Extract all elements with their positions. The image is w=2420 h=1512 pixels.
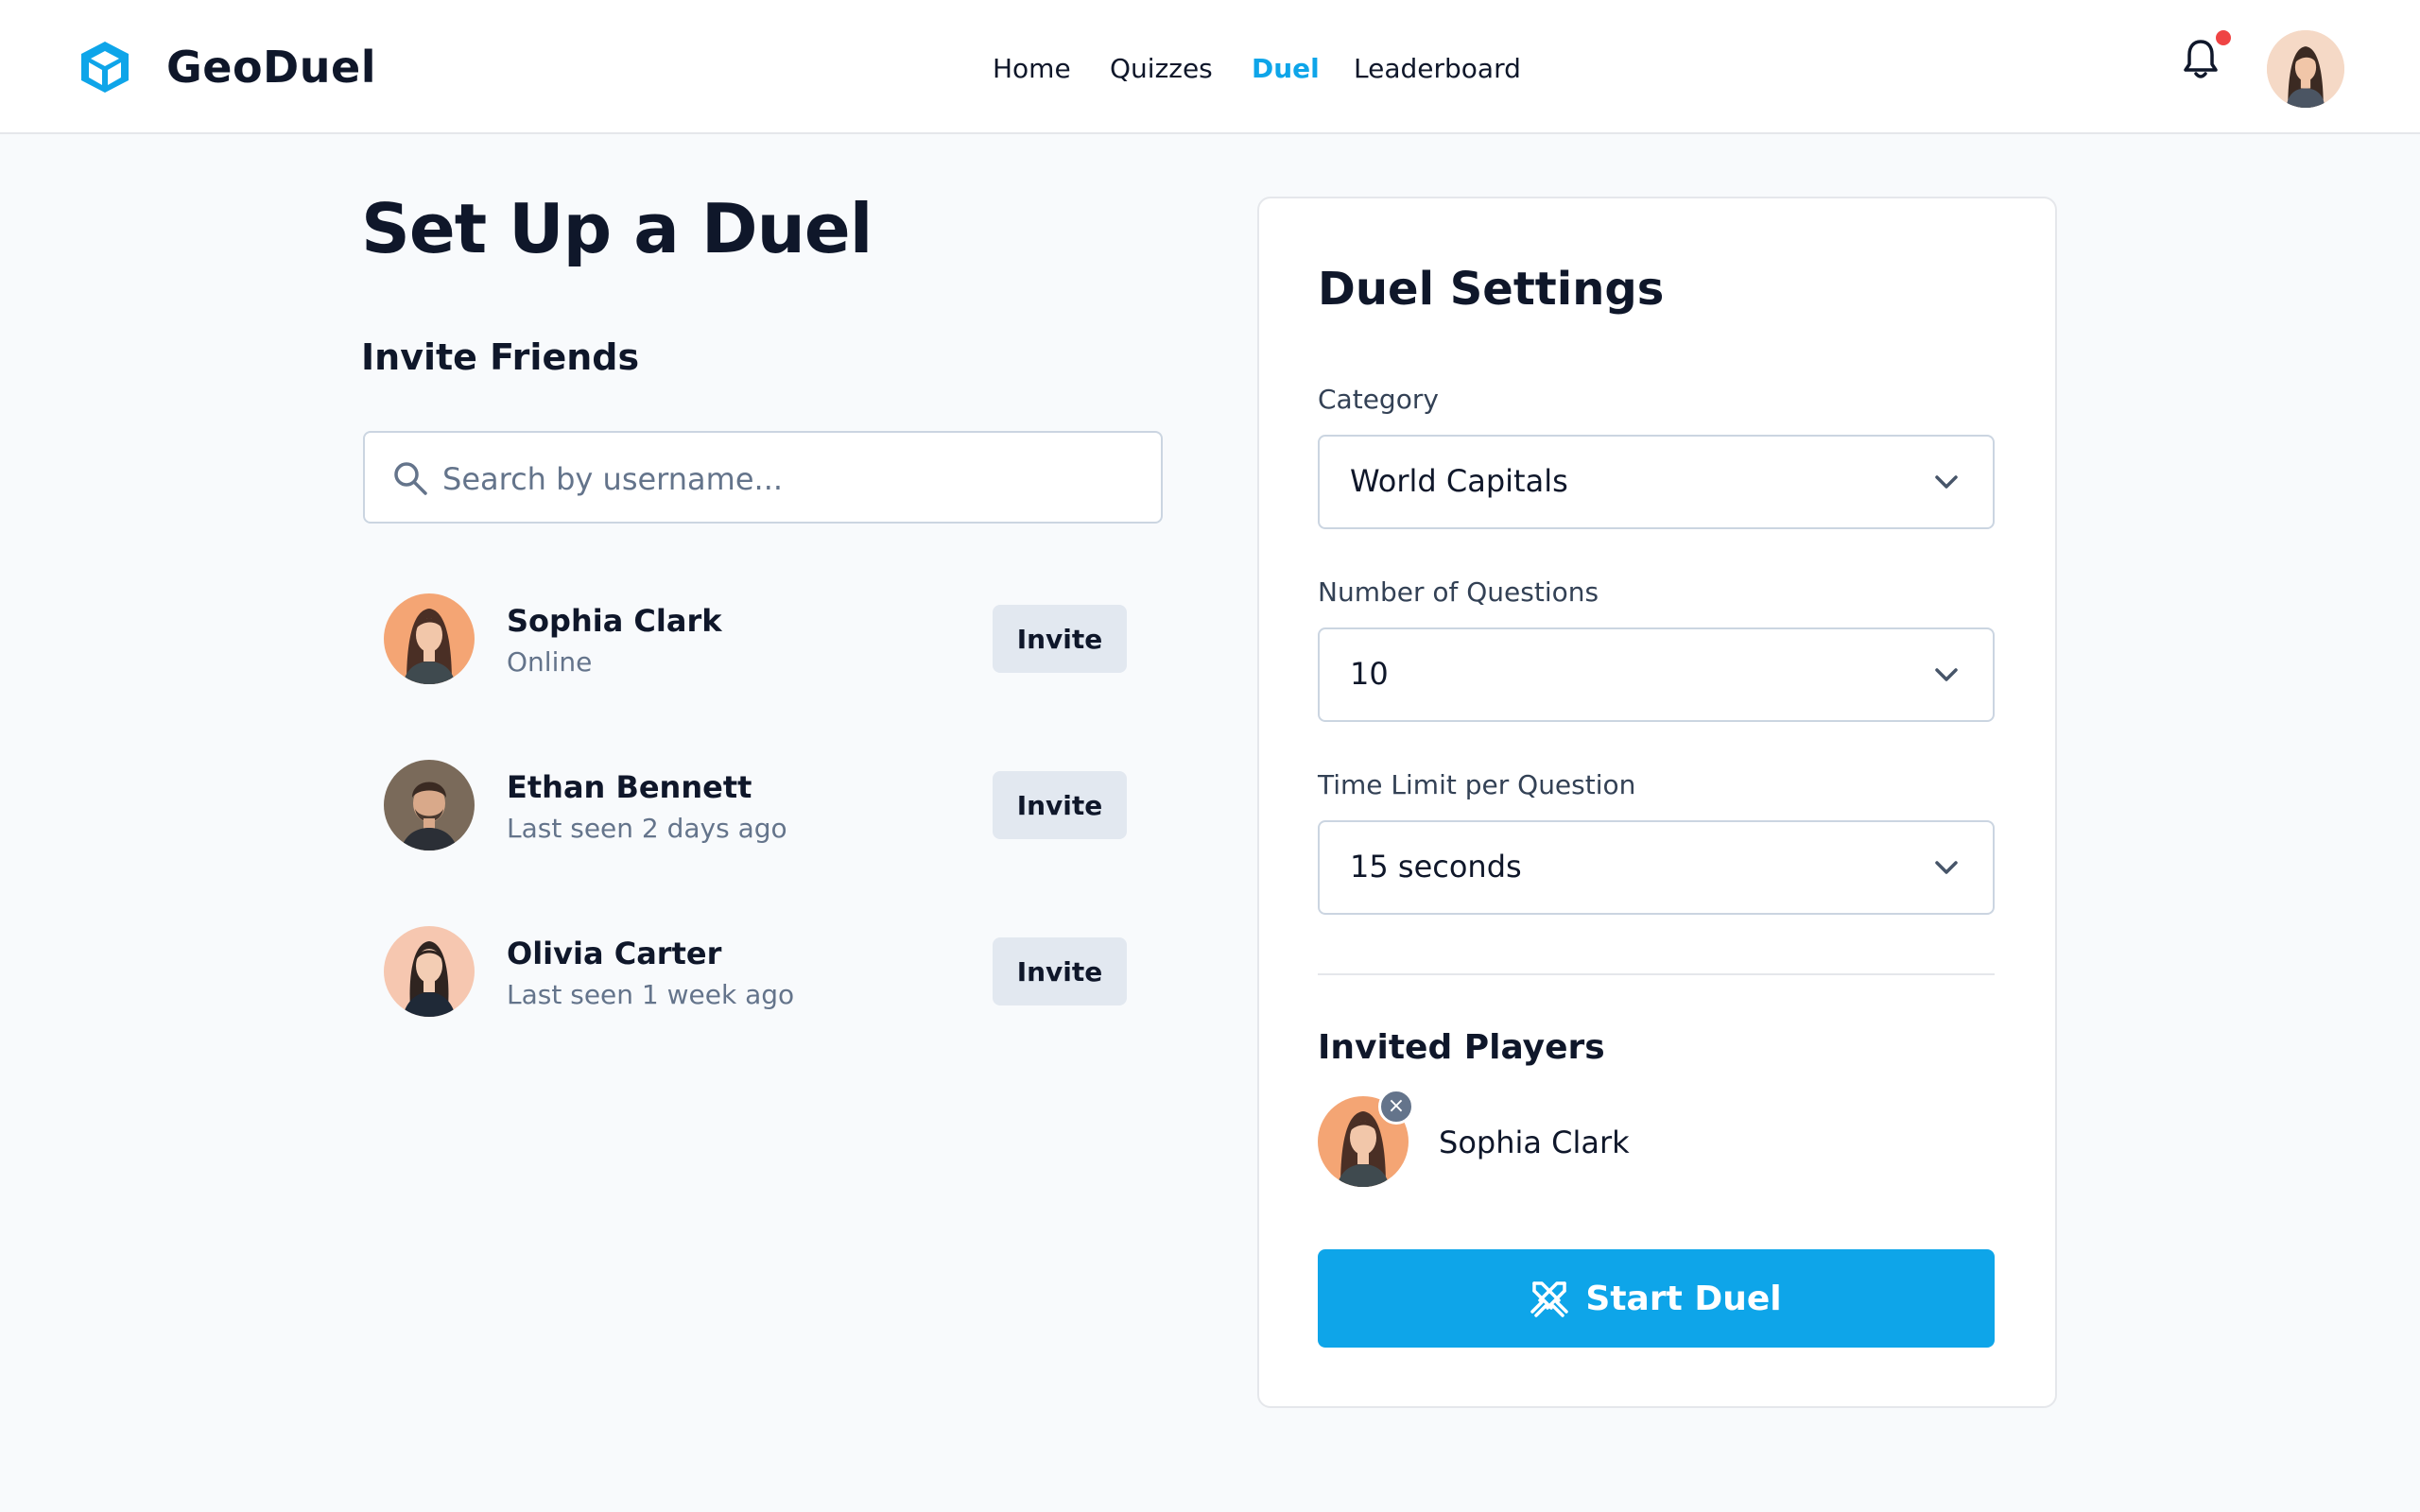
friend-name: Ethan Bennett xyxy=(507,769,752,805)
friend-status: Last seen 2 days ago xyxy=(507,813,787,844)
chevron-down-icon xyxy=(1935,668,1958,681)
category-label: Category xyxy=(1318,384,1439,415)
questions-select[interactable]: 10 xyxy=(1318,627,1995,722)
friend-search-box[interactable] xyxy=(363,431,1163,524)
page-title: Set Up a Duel xyxy=(361,189,873,268)
invited-players-heading: Invited Players xyxy=(1318,1028,1605,1067)
invite-button[interactable]: Invite xyxy=(993,605,1127,673)
time-limit-value: 15 seconds xyxy=(1350,849,1522,885)
invite-button[interactable]: Invite xyxy=(993,771,1127,839)
remove-player-icon[interactable]: × xyxy=(1378,1089,1414,1125)
start-duel-button[interactable]: Start Duel xyxy=(1318,1249,1995,1348)
nav-home[interactable]: Home xyxy=(993,53,1071,84)
category-select[interactable]: World Capitals xyxy=(1318,435,1995,529)
time-limit-select[interactable]: 15 seconds xyxy=(1318,820,1995,915)
duel-settings-title: Duel Settings xyxy=(1318,263,1665,316)
top-navigation-bar: GeoDuel Home Quizzes Duel Leaderboard xyxy=(0,0,2420,134)
friend-row: Olivia Carter Last seen 1 week ago Invit… xyxy=(384,926,1168,1021)
start-duel-label: Start Duel xyxy=(1585,1279,1782,1318)
friend-row: Ethan Bennett Last seen 2 days ago Invit… xyxy=(384,760,1168,854)
questions-label: Number of Questions xyxy=(1318,576,1599,608)
divider xyxy=(1318,973,1995,975)
friend-avatar xyxy=(384,760,475,850)
friend-status: Last seen 1 week ago xyxy=(507,979,795,1010)
nav-quizzes[interactable]: Quizzes xyxy=(1110,53,1213,84)
time-limit-label: Time Limit per Question xyxy=(1318,769,1636,800)
duel-settings-card: Duel Settings Category World Capitals Nu… xyxy=(1257,197,2057,1408)
friend-name: Sophia Clark xyxy=(507,603,722,639)
user-avatar[interactable] xyxy=(2267,30,2344,108)
friend-status: Online xyxy=(507,646,593,678)
crossed-swords-icon xyxy=(1530,1281,1569,1317)
nav-duel[interactable]: Duel xyxy=(1252,53,1320,84)
friend-row: Sophia Clark Online Invite xyxy=(384,593,1168,688)
chevron-down-icon xyxy=(1935,861,1958,874)
invited-player-name: Sophia Clark xyxy=(1439,1125,1630,1160)
nav-leaderboard[interactable]: Leaderboard xyxy=(1354,53,1521,84)
category-value: World Capitals xyxy=(1350,463,1568,499)
search-input[interactable] xyxy=(441,452,1125,507)
friend-avatar xyxy=(384,593,475,684)
questions-value: 10 xyxy=(1350,656,1389,692)
notification-dot xyxy=(2216,30,2231,45)
cube-logo-icon[interactable] xyxy=(76,38,134,96)
search-icon xyxy=(394,462,427,495)
friend-avatar xyxy=(384,926,475,1017)
friend-name: Olivia Carter xyxy=(507,936,722,971)
invite-button[interactable]: Invite xyxy=(993,937,1127,1005)
invite-friends-heading: Invite Friends xyxy=(361,336,640,378)
chevron-down-icon xyxy=(1935,475,1958,489)
brand-name[interactable]: GeoDuel xyxy=(166,42,376,93)
bell-icon[interactable] xyxy=(2182,38,2220,81)
